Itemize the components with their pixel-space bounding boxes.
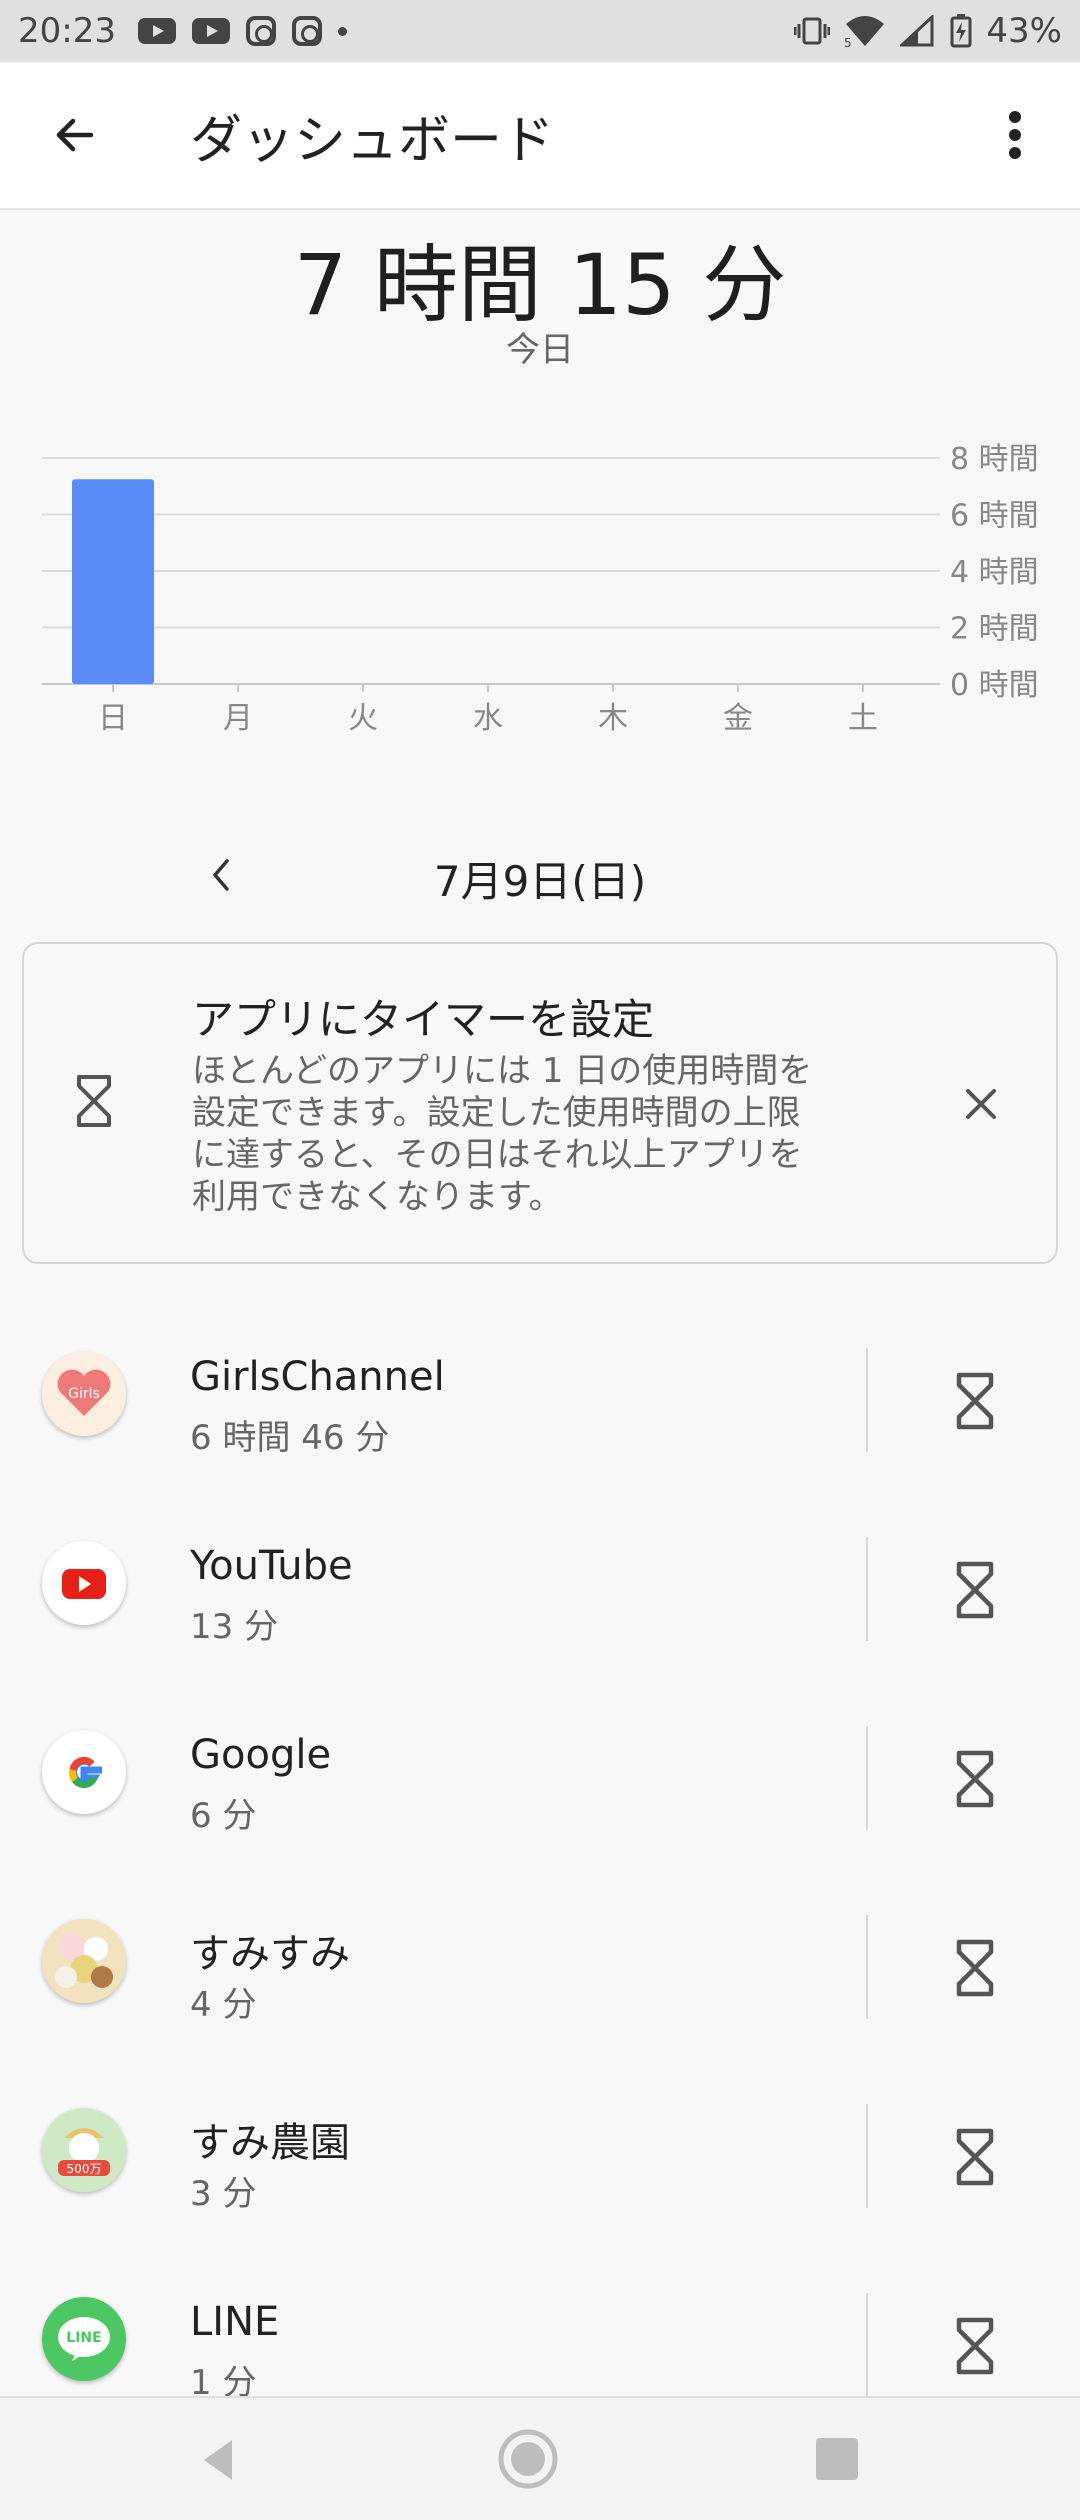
more-notifications-dot: [337, 26, 347, 36]
app-timer-button[interactable]: [945, 1368, 1005, 1434]
app-timer-button[interactable]: [945, 1557, 1005, 1623]
cell-signal-icon: [900, 15, 934, 47]
line-icon: LINE: [42, 2297, 126, 2381]
girlschannel-icon-label: Girls: [68, 1386, 100, 1402]
total-usage-time: 7 時間 15 分: [293, 236, 787, 334]
app-name: YouTube: [190, 1543, 353, 1589]
app-row-sumisumi[interactable]: すみすみ 4 分: [0, 1877, 1080, 2066]
card-description-line: 利用できなくなります。: [192, 1177, 563, 1217]
girlschannel-icon: Girls: [42, 1352, 126, 1436]
google-icon: [42, 1730, 126, 1814]
hourglass-icon: [956, 1372, 994, 1430]
status-time: 20:23: [18, 11, 116, 51]
divider: [866, 2104, 868, 2208]
youtube-notification-icon: [137, 18, 176, 44]
usage-period-label: 今日: [506, 330, 574, 370]
battery-charging-icon: [950, 14, 972, 48]
app-timer-button[interactable]: [945, 2313, 1005, 2379]
more-options-button[interactable]: [980, 100, 1050, 170]
hourglass-icon: [956, 1750, 994, 1808]
chart-bar[interactable]: [72, 479, 154, 684]
chart-y-tick-label: 4 時間: [950, 555, 1039, 590]
app-usage-list: Girls GirlsChannel 6 時間 46 分 YouTube 13 …: [0, 1310, 1080, 2444]
app-row-google[interactable]: Google 6 分: [0, 1688, 1080, 1877]
divider: [866, 1915, 868, 2019]
selected-date: 7月9日(日): [433, 857, 647, 906]
app-row-youtube[interactable]: YouTube 13 分: [0, 1499, 1080, 1688]
card-description-line: ほとんどのアプリには 1 日の使用時間を: [192, 1051, 813, 1091]
app-bar: ダッシュボード: [0, 62, 1080, 210]
sumi-farm-icon: 500万: [42, 2108, 126, 2192]
app-usage-time: 13 分: [190, 1607, 279, 1647]
dismiss-card-button[interactable]: [956, 1079, 1006, 1129]
svg-text:5: 5: [844, 36, 852, 48]
instagram-notification-icon: [291, 16, 322, 46]
chart-y-tick-label: 6 時間: [950, 499, 1039, 534]
youtube-icon: [42, 1541, 126, 1625]
app-name: すみすみ: [190, 1931, 350, 1977]
arrow-back-icon: [56, 118, 94, 152]
back-button[interactable]: [40, 100, 110, 170]
nav-recents-button[interactable]: [816, 2438, 858, 2480]
chart-y-tick-label: 2 時間: [950, 612, 1039, 647]
chart-x-tick-label[interactable]: 火: [348, 701, 378, 736]
chart-x-tick-label[interactable]: 土: [848, 701, 878, 736]
app-usage-time: 3 分: [190, 2174, 257, 2214]
chart-y-tick-label: 8 時間: [950, 442, 1039, 477]
battery-percentage: 43%: [986, 11, 1062, 51]
card-title: アプリにタイマーを設定: [192, 995, 655, 1044]
sumisumi-icon: [42, 1919, 126, 2003]
close-icon: [966, 1089, 996, 1119]
chart-x-tick-label[interactable]: 日: [98, 701, 128, 736]
app-usage-time: 6 分: [190, 1796, 257, 1836]
app-timer-button[interactable]: [945, 2124, 1005, 2190]
sumi-farm-icon-label: 500万: [67, 2162, 102, 2176]
nav-home-button[interactable]: [497, 2428, 559, 2490]
divider: [866, 1726, 868, 1830]
vibrate-icon: [794, 17, 831, 45]
hourglass-icon: [77, 1075, 111, 1127]
app-row-sumi-farm[interactable]: 500万 すみ農園 3 分: [0, 2066, 1080, 2255]
chart-x-tick-label[interactable]: 水: [473, 701, 503, 736]
app-usage-time: 6 時間 46 分: [190, 1418, 390, 1458]
app-timer-button[interactable]: [945, 1935, 1005, 2001]
chart-x-tick-label[interactable]: 月: [223, 701, 253, 736]
app-name: LINE: [190, 2299, 280, 2345]
hourglass-icon: [956, 2317, 994, 2375]
date-navigator: 7月9日(日): [0, 840, 1080, 910]
status-bar: 20:23 5 43%: [0, 0, 1080, 62]
app-name: Google: [190, 1732, 332, 1778]
usage-chart: 8 時間 6 時間 4 時間 2 時間 0 時間日 月 火 水 木 金 土: [42, 442, 1039, 736]
wifi-icon: 5: [844, 16, 885, 48]
divider: [866, 1537, 868, 1641]
app-name: GirlsChannel: [190, 1354, 445, 1400]
divider: [866, 1348, 868, 1452]
app-name: すみ農園: [190, 2120, 350, 2166]
hourglass-icon: [956, 2128, 994, 2186]
app-timer-info-card: アプリにタイマーを設定 ほとんどのアプリには 1 日の使用時間を 設定できます。…: [22, 942, 1058, 1264]
instagram-notification-icon: [245, 16, 276, 46]
nav-back-button[interactable]: [190, 2430, 250, 2490]
app-row-girlschannel[interactable]: Girls GirlsChannel 6 時間 46 分: [0, 1310, 1080, 1499]
chart-x-tick-label[interactable]: 金: [723, 701, 753, 736]
app-usage-time: 4 分: [190, 1985, 257, 2025]
chart-y-tick-label: 0 時間: [950, 668, 1039, 703]
line-icon-label: LINE: [66, 2330, 101, 2346]
system-navigation-bar: [0, 2396, 1080, 2520]
hourglass-icon: [956, 1561, 994, 1619]
app-timer-button[interactable]: [945, 1746, 1005, 1812]
divider: [866, 2293, 868, 2397]
more-vert-icon: [1009, 111, 1021, 159]
card-description-line: に達すると、その日はそれ以上アプリを: [192, 1135, 803, 1175]
page-title: ダッシュボード: [190, 110, 555, 171]
chart-x-tick-label[interactable]: 木: [598, 701, 628, 736]
youtube-notification-icon: [191, 18, 230, 44]
card-description-line: 設定できます。設定した使用時間の上限: [192, 1093, 801, 1133]
card-description: ほとんどのアプリには 1 日の使用時間を 設定できます。設定した使用時間の上限 …: [192, 1050, 872, 1218]
hourglass-icon: [956, 1939, 994, 1997]
